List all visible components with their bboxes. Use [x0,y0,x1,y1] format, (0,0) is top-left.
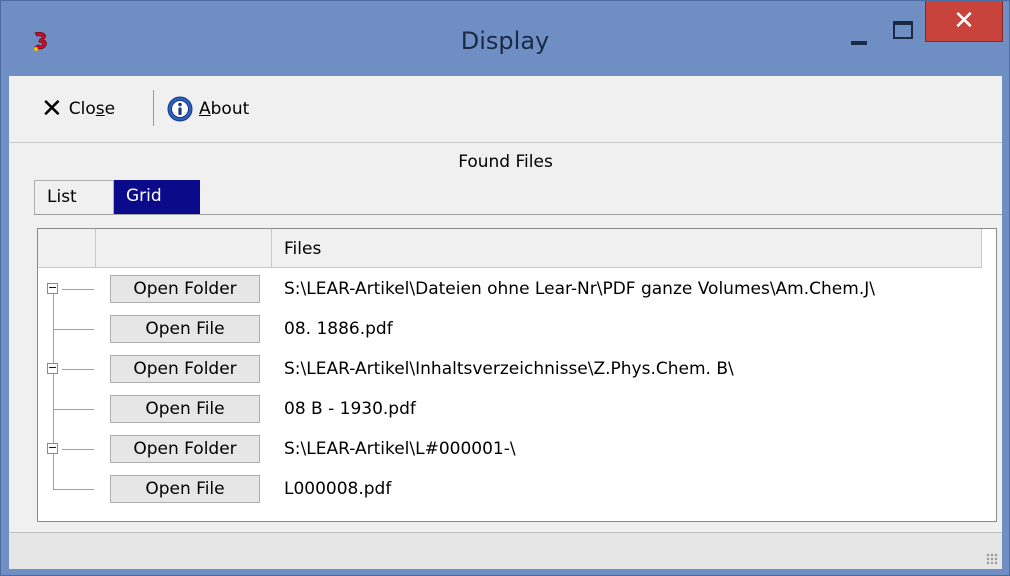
toolbar-separator [153,90,154,126]
tab-list[interactable]: List [34,180,114,214]
file-name: 08 B - 1930.pdf [284,399,416,419]
maximize-icon[interactable] [883,15,921,45]
about-button-label: About [199,99,250,119]
folder-path: S:\LEAR-Artikel\Inhaltsverzeichnisse\Z.P… [284,359,734,379]
collapse-icon[interactable]: − [47,282,58,294]
title-bar[interactable]: Display ✕ [1,1,1009,84]
minimize-icon[interactable] [841,23,881,53]
tree-connector [38,389,96,429]
table-row[interactable]: − Open Folder S:\LEAR-Artikel\L#000001-\ [38,429,996,469]
tree-connector: − [38,349,96,389]
close-x-icon: ✕ [41,94,63,124]
header-tree-column [38,229,96,267]
open-file-button[interactable]: Open File [110,395,260,423]
file-name: 08. 1886.pdf [284,319,393,339]
tab-strip-border [34,214,1002,215]
close-button[interactable]: ✕ Close [41,95,115,123]
info-icon [167,96,193,122]
table-row[interactable]: Open File 08 B - 1930.pdf [38,389,996,429]
open-folder-button[interactable]: Open Folder [110,435,260,463]
file-name: L000008.pdf [284,479,392,499]
status-bar [9,532,1002,569]
tab-grid[interactable]: Grid [114,180,200,214]
section-title: Found Files [458,152,553,172]
client-area: ✕ Close About Found Files List Grid File… [9,76,1002,569]
resize-grip-icon[interactable] [986,553,998,565]
table-row[interactable]: − Open Folder S:\LEAR-Artikel\Inhaltsver… [38,349,996,389]
about-button[interactable]: About [167,95,249,123]
tree-connector [38,309,96,349]
close-button-label: Close [68,99,116,119]
header-button-column [96,229,272,267]
app-window: Display ✕ ✕ Close About Found Files List… [0,0,1010,576]
tree-connector: − [38,429,96,469]
open-file-button[interactable]: Open File [110,315,260,343]
table-row[interactable]: − Open Folder S:\LEAR-Artikel\Dateien oh… [38,269,996,309]
table-row[interactable]: Open File 08. 1886.pdf [38,309,996,349]
tab-strip: List Grid [34,180,200,214]
folder-path: S:\LEAR-Artikel\L#000001-\ [284,439,516,459]
header-files-column[interactable]: Files [272,229,982,267]
folder-path: S:\LEAR-Artikel\Dateien ohne Lear-Nr\PDF… [284,279,875,299]
collapse-icon[interactable]: − [47,362,58,374]
open-folder-button[interactable]: Open Folder [110,355,260,383]
tree-connector: − [38,269,96,309]
close-icon[interactable]: ✕ [925,1,1003,42]
tree-connector [38,469,96,509]
files-grid: Files − Open Folder S:\LEAR-Artikel\Date… [37,228,997,522]
table-row[interactable]: Open File L000008.pdf [38,469,996,509]
close-glyph: ✕ [953,6,975,36]
open-folder-button[interactable]: Open Folder [110,275,260,303]
toolbar: ✕ Close About [9,76,1002,143]
grid-header: Files [38,229,982,268]
collapse-icon[interactable]: − [47,442,58,454]
open-file-button[interactable]: Open File [110,475,260,503]
